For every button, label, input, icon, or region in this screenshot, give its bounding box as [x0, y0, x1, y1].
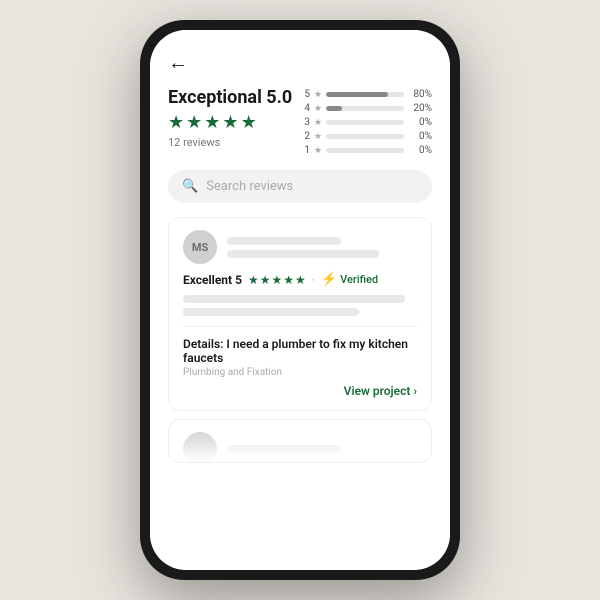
search-bar[interactable]: 🔍 Search reviews [168, 170, 432, 203]
bar-label-2: 2 [302, 131, 310, 142]
reviewer-row-2 [183, 432, 417, 463]
star-4: ★ [222, 112, 238, 133]
review-star-1: ★ [248, 273, 259, 287]
review-star-4: ★ [283, 273, 294, 287]
bar-row-1: 1 ★ 0% [302, 145, 432, 156]
star-2: ★ [186, 112, 202, 133]
project-title: Details: I need a plumber to fix my kitc… [183, 337, 417, 365]
bar-track-1 [326, 148, 404, 153]
chevron-right-icon: › [413, 384, 417, 398]
bar-label-4: 4 [302, 103, 310, 114]
bar-track-2 [326, 134, 404, 139]
bar-track-3 [326, 120, 404, 125]
stars-row: ★ ★ ★ ★ ★ [168, 112, 292, 133]
dot-separator: · [312, 273, 315, 287]
project-subtitle: Plumbing and Fixation [183, 367, 417, 378]
review-body-lines [183, 295, 417, 316]
bar-fill-5 [326, 92, 388, 97]
view-project-label: View project [344, 384, 411, 398]
bar-pct-3: 0% [408, 117, 432, 128]
bar-label-5: 5 [302, 89, 310, 100]
review-count: 12 reviews [168, 136, 292, 149]
bar-fill-4 [326, 106, 342, 111]
project-section: Details: I need a plumber to fix my kitc… [183, 326, 417, 398]
search-icon: 🔍 [182, 179, 198, 194]
bar-label-3: 3 [302, 117, 310, 128]
avatar: MS [183, 230, 217, 264]
skeleton-date [227, 250, 379, 258]
avatar-2 [183, 432, 217, 463]
bar-pct-1: 0% [408, 145, 432, 156]
review-star-3: ★ [272, 273, 283, 287]
bar-row-2: 2 ★ 0% [302, 131, 432, 142]
star-5: ★ [241, 112, 257, 133]
back-button[interactable]: ← [168, 50, 188, 75]
bar-pct-5: 80% [408, 89, 432, 100]
bar-track-5 [326, 92, 404, 97]
review-card-partial [168, 419, 432, 463]
review-rating-row: Excellent 5 ★ ★ ★ ★ ★ · ⚡ Verified [183, 272, 417, 287]
bar-pct-2: 0% [408, 131, 432, 142]
bar-pct-4: 20% [408, 103, 432, 114]
bar-row-5: 5 ★ 80% [302, 89, 432, 100]
bar-star-icon-5: ★ [314, 90, 322, 100]
reviewer-lines [227, 237, 417, 258]
bar-label-1: 1 [302, 145, 310, 156]
verified-badge: ⚡ Verified [321, 272, 378, 287]
rating-left: Exceptional 5.0 ★ ★ ★ ★ ★ 12 reviews [168, 87, 292, 149]
review-stars: ★ ★ ★ ★ ★ [248, 273, 306, 287]
review-rating-label: Excellent 5 [183, 273, 242, 287]
bar-chart: 5 ★ 80% 4 ★ 20% 3 ★ 0% 2 ★ 0% 1 ★ 0% [302, 89, 432, 156]
review-star-5: ★ [295, 273, 306, 287]
star-3: ★ [204, 112, 220, 133]
review-body-line-2 [183, 308, 359, 316]
skeleton-name-2 [227, 445, 341, 453]
bar-star-icon-4: ★ [314, 104, 322, 114]
search-placeholder: Search reviews [206, 179, 293, 194]
rating-title: Exceptional 5.0 [168, 87, 292, 108]
review-body-line-1 [183, 295, 405, 303]
bar-star-icon-1: ★ [314, 146, 322, 156]
skeleton-name [227, 237, 341, 245]
bar-star-icon-2: ★ [314, 132, 322, 142]
bar-row-3: 3 ★ 0% [302, 117, 432, 128]
review-star-2: ★ [260, 273, 271, 287]
phone-screen: ← Exceptional 5.0 ★ ★ ★ ★ ★ 12 reviews [150, 30, 450, 570]
verified-icon: ⚡ [321, 272, 337, 287]
bar-row-4: 4 ★ 20% [302, 103, 432, 114]
view-project-row: View project › [183, 384, 417, 398]
screen-content: ← Exceptional 5.0 ★ ★ ★ ★ ★ 12 reviews [150, 30, 450, 570]
phone-shell: ← Exceptional 5.0 ★ ★ ★ ★ ★ 12 reviews [140, 20, 460, 580]
verified-label: Verified [340, 273, 378, 286]
bar-track-4 [326, 106, 404, 111]
view-project-button[interactable]: View project › [344, 384, 417, 398]
bar-star-icon-3: ★ [314, 118, 322, 128]
reviewer-lines-2 [227, 445, 417, 453]
reviewer-row: MS [183, 230, 417, 264]
rating-header: Exceptional 5.0 ★ ★ ★ ★ ★ 12 reviews 5 ★ [168, 87, 432, 156]
star-1: ★ [168, 112, 184, 133]
review-card: MS Excellent 5 ★ ★ ★ ★ ★ · [168, 217, 432, 411]
